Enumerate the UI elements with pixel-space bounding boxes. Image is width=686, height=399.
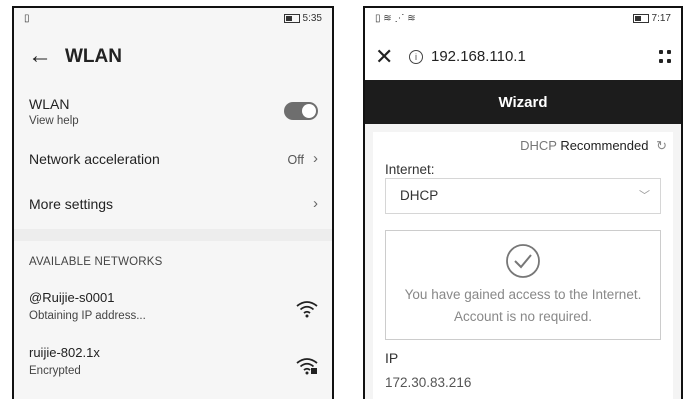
wifi-icon	[296, 301, 318, 318]
status-right: 7:17	[632, 13, 671, 24]
info-icon[interactable]: i	[409, 50, 423, 64]
status-time: 5:35	[302, 13, 322, 24]
internet-select-value: DHCP	[400, 188, 439, 203]
chevron-right-icon: ›	[313, 150, 318, 167]
chevron-down-icon: ﹀	[639, 190, 650, 202]
status-message-line2: Account is no required.	[453, 309, 593, 324]
browser-url-bar: ✕ i 192.168.110.1	[365, 38, 681, 78]
wizard-header: Wizard	[365, 80, 681, 124]
network-acceleration-label: Network acceleration	[29, 151, 160, 167]
network-status: Encrypted	[29, 365, 81, 377]
wlan-toggle[interactable]	[284, 102, 318, 120]
more-settings-row[interactable]: More settings ›	[14, 195, 332, 226]
toggle-knob	[302, 104, 316, 118]
page-title: WLAN	[65, 46, 122, 67]
network-item[interactable]: ruijie-802.1x Encrypted	[14, 345, 332, 385]
check-circle-icon	[506, 244, 540, 278]
signal-icons: ▯ ≋ ⋰ ≋	[375, 13, 416, 24]
wlan-label: WLAN	[29, 96, 70, 112]
refresh-icon[interactable]: ↻	[656, 138, 667, 154]
battery-icon	[283, 13, 300, 23]
network-status: Obtaining IP address...	[29, 310, 146, 322]
url-text[interactable]: 192.168.110.1	[431, 48, 526, 65]
available-networks-header: AVAILABLE NETWORKS	[29, 256, 163, 268]
view-help-link[interactable]: View help	[29, 115, 79, 127]
recommended-label: Recommended	[560, 138, 649, 153]
wlan-row[interactable]: WLAN View help	[14, 96, 332, 136]
section-divider	[14, 229, 332, 241]
status-bar: ▯ ≋ ⋰ ≋ 7:17	[365, 8, 681, 30]
more-settings-label: More settings	[29, 196, 114, 212]
close-icon[interactable]: ✕	[375, 44, 393, 70]
internet-label: Internet:	[385, 162, 435, 177]
dhcp-muted-label: DHCP	[520, 138, 557, 153]
dhcp-recommended[interactable]: DHCP Recommended ↻	[520, 138, 667, 154]
ip-label: IP	[385, 350, 399, 366]
left-phone-frame-right	[332, 6, 334, 399]
more-icon[interactable]	[659, 48, 671, 66]
wifi-lock-icon	[296, 358, 318, 375]
status-message-line1: You have gained access to the Internet.	[404, 287, 642, 302]
app-bar: ← WLAN	[14, 36, 332, 76]
wizard-content: DHCP Recommended ↻ Internet: DHCP ﹀ You …	[365, 124, 681, 399]
wlan-settings-screen: ▯ 5:35 ← WLAN WLAN View help Network acc…	[14, 8, 332, 399]
right-phone-frame-right	[681, 6, 683, 399]
chevron-right-icon: ›	[313, 195, 318, 212]
connection-status-box: You have gained access to the Internet. …	[385, 230, 661, 340]
wizard-title: Wizard	[498, 94, 548, 111]
internet-select[interactable]: DHCP ﹀	[385, 178, 661, 214]
wizard-card: DHCP Recommended ↻ Internet: DHCP ﹀ You …	[373, 132, 673, 399]
back-arrow-icon[interactable]: ←	[28, 44, 52, 68]
status-time: 7:17	[651, 13, 671, 24]
router-wizard-screen: ▯ ≋ ⋰ ≋ 7:17 ✕ i 192.168.110.1 Wizard DH…	[365, 8, 681, 399]
status-right: 5:35	[283, 13, 322, 24]
network-acceleration-row[interactable]: Network acceleration Off ›	[14, 150, 332, 181]
network-acceleration-value: Off	[287, 153, 304, 167]
network-ssid: @Ruijie-s0001	[29, 290, 115, 305]
network-item[interactable]: @Ruijie-s0001 Obtaining IP address...	[14, 290, 332, 330]
network-ssid: ruijie-802.1x	[29, 345, 100, 360]
sim-icon: ▯	[24, 13, 30, 24]
ip-value: 172.30.83.216	[385, 375, 472, 390]
status-bar: ▯ 5:35	[14, 8, 332, 30]
battery-icon	[632, 13, 649, 23]
